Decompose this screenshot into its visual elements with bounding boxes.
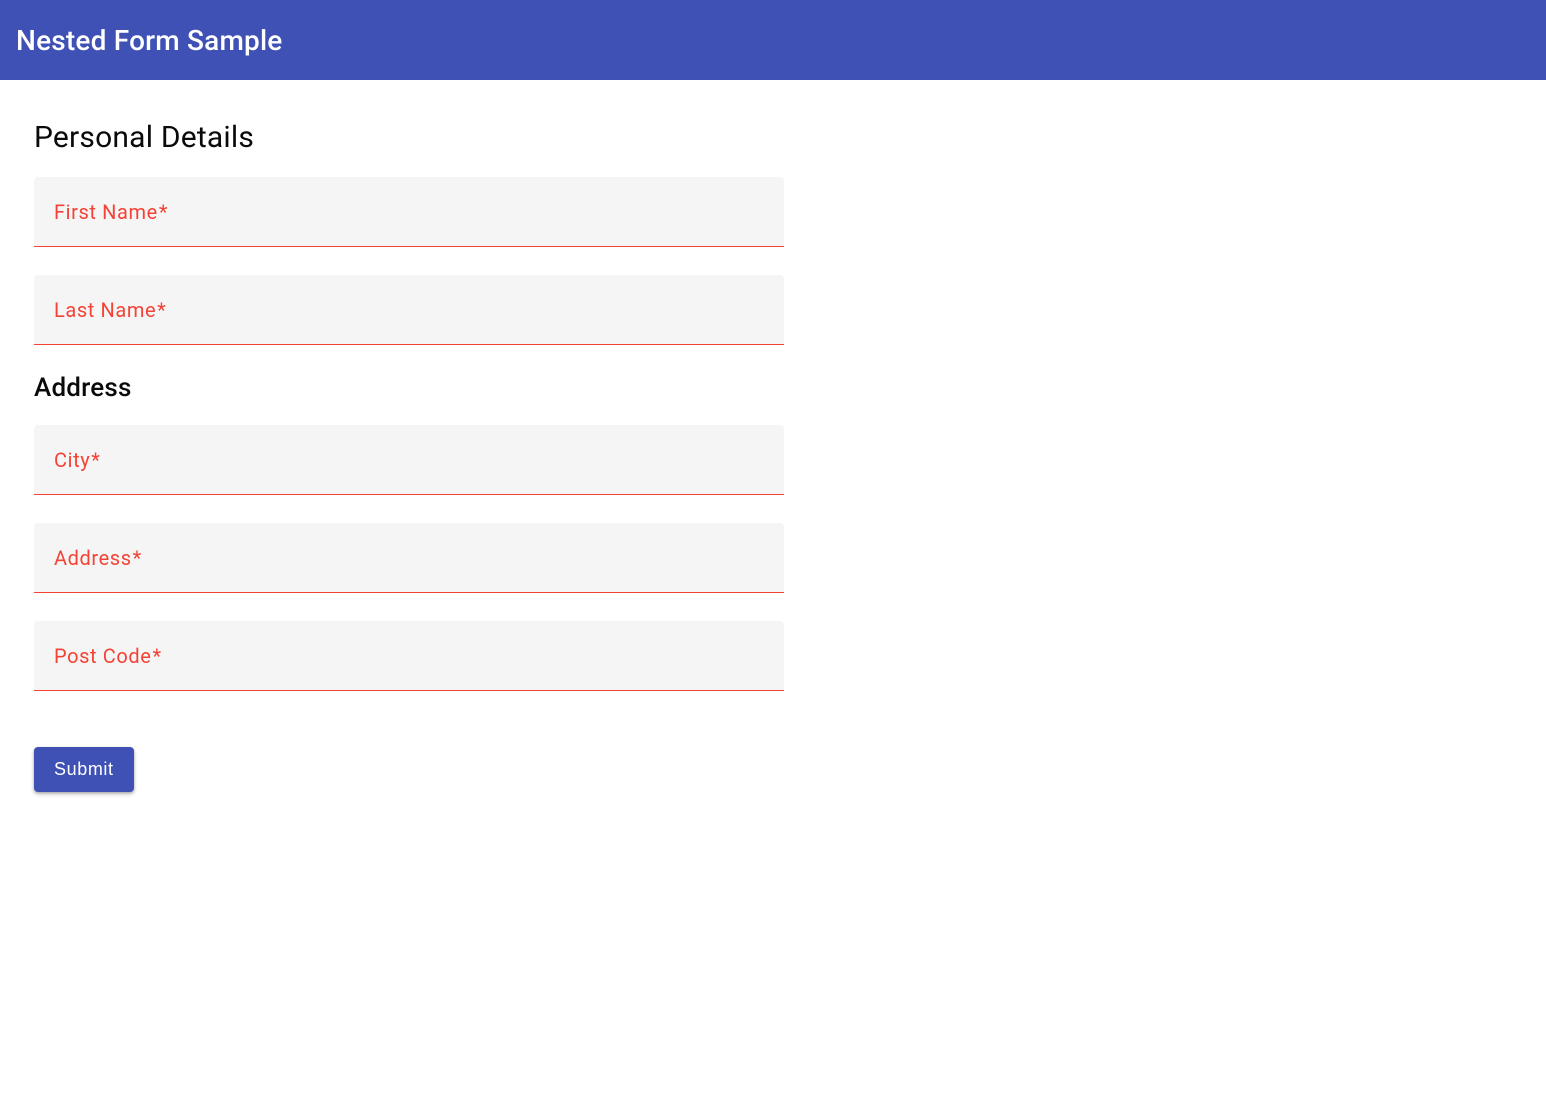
personal-details-heading: Personal Details — [34, 120, 966, 155]
address-field[interactable]: Address* — [34, 523, 784, 593]
post-code-input[interactable] — [54, 649, 764, 684]
address-input[interactable] — [54, 551, 764, 586]
first-name-field[interactable]: First Name* — [34, 177, 784, 247]
form-actions: Submit — [34, 747, 966, 792]
app-toolbar: Nested Form Sample — [0, 0, 1546, 80]
last-name-field[interactable]: Last Name* — [34, 275, 784, 345]
city-input[interactable] — [54, 453, 764, 488]
city-field[interactable]: City* — [34, 425, 784, 495]
first-name-input[interactable] — [54, 205, 764, 240]
post-code-field[interactable]: Post Code* — [34, 621, 784, 691]
address-heading: Address — [34, 373, 966, 403]
last-name-input[interactable] — [54, 303, 764, 338]
form-content: Personal Details First Name* Last Name* … — [0, 80, 1000, 832]
page-title: Nested Form Sample — [16, 24, 283, 57]
submit-button[interactable]: Submit — [34, 747, 134, 792]
